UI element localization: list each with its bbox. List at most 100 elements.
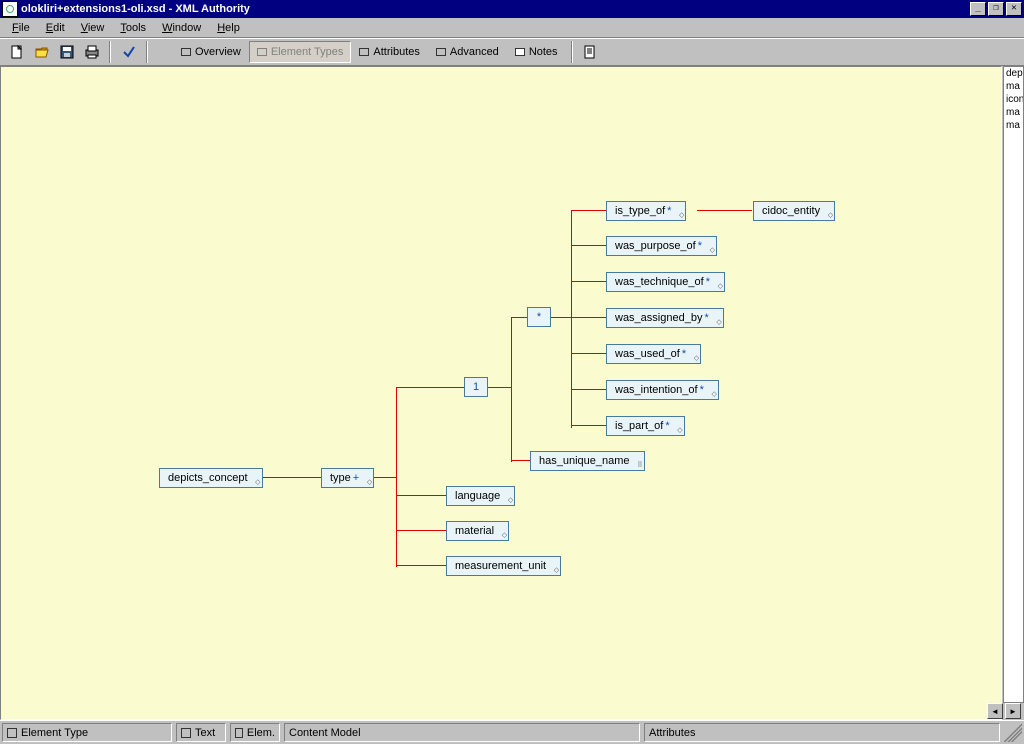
scroll-right-button[interactable]: ► bbox=[1005, 703, 1021, 719]
list-item[interactable]: ma bbox=[1004, 119, 1023, 132]
node-is-part-of[interactable]: is_part_of*◇ bbox=[606, 416, 685, 436]
separator bbox=[571, 41, 573, 63]
validate-button[interactable] bbox=[117, 41, 140, 63]
element-types-label: Element Types bbox=[271, 46, 344, 58]
connector bbox=[511, 317, 527, 318]
window-title: olokliri+extensions1-oli.xsd - XML Autho… bbox=[21, 3, 968, 15]
connector bbox=[488, 387, 511, 388]
list-item[interactable]: icon bbox=[1004, 93, 1023, 106]
new-button[interactable] bbox=[5, 41, 28, 63]
connector bbox=[396, 387, 397, 567]
status-content-model: Content Model bbox=[284, 723, 640, 742]
resize-handle-icon: ◇ bbox=[502, 531, 506, 539]
resize-handle-icon: ◇ bbox=[716, 318, 720, 326]
advanced-icon bbox=[436, 48, 446, 56]
status-elem: Elem. bbox=[230, 723, 280, 742]
scroll-left-button[interactable]: ◄ bbox=[987, 703, 1003, 719]
connector bbox=[396, 530, 446, 531]
connector bbox=[396, 387, 464, 388]
app-icon bbox=[2, 1, 18, 17]
overview-tab[interactable]: Overview bbox=[173, 41, 249, 63]
resize-handle-icon: ◇ bbox=[679, 211, 683, 219]
list-item[interactable]: dep bbox=[1004, 67, 1023, 80]
menu-help[interactable]: Help bbox=[209, 20, 248, 36]
node-was-intention-of[interactable]: was_intention_of*◇ bbox=[606, 380, 719, 400]
element-types-tab[interactable]: Element Types bbox=[249, 41, 352, 63]
connector bbox=[571, 389, 606, 390]
menu-window[interactable]: Window bbox=[154, 20, 209, 36]
status-element-type: Element Type bbox=[2, 723, 172, 742]
title-bar: olokliri+extensions1-oli.xsd - XML Autho… bbox=[0, 0, 1024, 18]
connector bbox=[571, 210, 606, 211]
notes-label: Notes bbox=[529, 46, 558, 58]
advanced-tab[interactable]: Advanced bbox=[428, 41, 507, 63]
print-button[interactable] bbox=[80, 41, 103, 63]
status-bar: Element Type Text Elem. Content Model At… bbox=[0, 720, 1024, 744]
resize-handle-icon: ◇ bbox=[718, 282, 722, 290]
resize-handle-icon: ◇ bbox=[508, 496, 512, 504]
resize-handle-icon: ◇ bbox=[828, 211, 832, 219]
diagram-canvas[interactable]: depicts_concept◇ type+◇ 1 * is_type_of*◇… bbox=[0, 66, 1002, 720]
node-depicts-concept[interactable]: depicts_concept◇ bbox=[159, 468, 263, 488]
attributes-tab[interactable]: Attributes bbox=[351, 41, 427, 63]
elem-icon bbox=[235, 728, 243, 738]
node-sequence[interactable]: 1 bbox=[464, 377, 488, 397]
resize-handle-icon: ◇ bbox=[710, 246, 714, 254]
menu-edit[interactable]: Edit bbox=[38, 20, 73, 36]
connector bbox=[263, 477, 321, 478]
open-button[interactable] bbox=[30, 41, 53, 63]
node-was-purpose-of[interactable]: was_purpose_of*◇ bbox=[606, 236, 717, 256]
separator bbox=[146, 41, 148, 63]
node-is-type-of[interactable]: is_type_of*◇ bbox=[606, 201, 686, 221]
menu-view[interactable]: View bbox=[73, 20, 113, 36]
resize-grip[interactable] bbox=[1004, 723, 1022, 742]
node-was-assigned-by[interactable]: was_assigned_by*◇ bbox=[606, 308, 724, 328]
connector bbox=[511, 317, 512, 462]
connector bbox=[571, 281, 606, 282]
side-panel[interactable]: dep ma icon ma ma bbox=[1003, 66, 1024, 703]
list-item[interactable]: ma bbox=[1004, 80, 1023, 93]
connector bbox=[697, 210, 752, 211]
window-buttons: _ ❐ ✕ bbox=[968, 2, 1022, 16]
connector bbox=[571, 245, 606, 246]
text-icon bbox=[181, 728, 191, 738]
node-has-unique-name[interactable]: has_unique_name⠿ bbox=[530, 451, 645, 471]
doc-icon bbox=[7, 728, 17, 738]
menu-bar: File Edit View Tools Window Help bbox=[0, 18, 1024, 38]
menu-tools[interactable]: Tools bbox=[112, 20, 154, 36]
connector bbox=[571, 317, 606, 318]
close-button[interactable]: ✕ bbox=[1006, 2, 1022, 16]
list-item[interactable]: ma bbox=[1004, 106, 1023, 119]
node-choice[interactable]: * bbox=[527, 307, 551, 327]
attributes-label: Attributes bbox=[373, 46, 419, 58]
resize-handle-icon: ◇ bbox=[711, 390, 715, 398]
node-language[interactable]: language◇ bbox=[446, 486, 515, 506]
maximize-button[interactable]: ❐ bbox=[988, 2, 1004, 16]
node-measurement-unit[interactable]: measurement_unit◇ bbox=[446, 556, 561, 576]
connector bbox=[511, 460, 530, 461]
resize-handle-icon: ◇ bbox=[255, 478, 259, 486]
resize-handle-icon: ◇ bbox=[554, 566, 558, 574]
document-button[interactable] bbox=[579, 41, 602, 63]
minimize-button[interactable]: _ bbox=[970, 2, 986, 16]
resize-handle-icon: ⠿ bbox=[637, 461, 641, 469]
separator bbox=[109, 41, 111, 63]
status-text: Text bbox=[176, 723, 226, 742]
node-was-used-of[interactable]: was_used_of*◇ bbox=[606, 344, 701, 364]
notes-tab[interactable]: Notes bbox=[507, 41, 566, 63]
node-type[interactable]: type+◇ bbox=[321, 468, 374, 488]
connector bbox=[571, 210, 572, 428]
overview-label: Overview bbox=[195, 46, 241, 58]
node-cidoc-entity[interactable]: cidoc_entity◇ bbox=[753, 201, 835, 221]
save-button[interactable] bbox=[55, 41, 78, 63]
connector bbox=[396, 565, 446, 566]
advanced-label: Advanced bbox=[450, 46, 499, 58]
node-was-technique-of[interactable]: was_technique_of*◇ bbox=[606, 272, 725, 292]
connector bbox=[551, 317, 571, 318]
menu-file[interactable]: File bbox=[4, 20, 38, 36]
status-attributes: Attributes bbox=[644, 723, 1000, 742]
toolbar: Overview Element Types Attributes Advanc… bbox=[0, 38, 1024, 66]
node-material[interactable]: material◇ bbox=[446, 521, 509, 541]
notes-icon bbox=[515, 48, 525, 56]
resize-handle-icon: ◇ bbox=[694, 354, 698, 362]
